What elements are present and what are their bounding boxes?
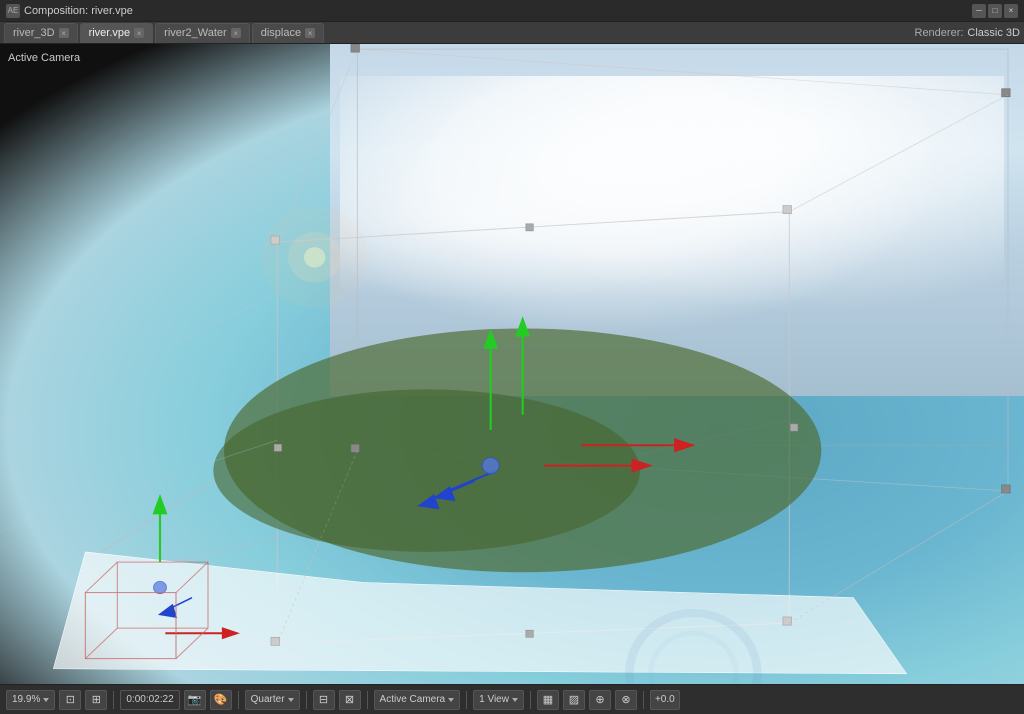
region2-button[interactable]: ⊠: [339, 690, 361, 710]
separator-5: [466, 691, 467, 709]
quality-chevron-icon: [288, 698, 294, 702]
tab-rivervpe[interactable]: river.vpe ×: [80, 23, 154, 43]
separator-6: [530, 691, 531, 709]
render-btn-3[interactable]: ⊕: [589, 690, 611, 710]
camera-icon-button[interactable]: 📷: [184, 690, 206, 710]
window-title: Composition: river.vpe: [24, 5, 133, 17]
tab-river2water-close[interactable]: ×: [231, 28, 241, 38]
view-count-label: 1 View: [479, 694, 509, 705]
zoom-chevron-icon: [43, 698, 49, 702]
tab-displace[interactable]: displace ×: [252, 23, 324, 43]
view-chevron-icon: [512, 698, 518, 702]
close-button[interactable]: ×: [1004, 4, 1018, 18]
camera-chevron-icon: [448, 698, 454, 702]
zoom-value: 19.9%: [12, 694, 40, 705]
quality-label: Quarter: [251, 694, 285, 705]
tab-displace-label: displace: [261, 27, 301, 39]
separator-7: [643, 691, 644, 709]
title-bar: AE Composition: river.vpe ─ □ ×: [0, 0, 1024, 22]
color-icon-button[interactable]: 🎨: [210, 690, 232, 710]
separator-1: [113, 691, 114, 709]
viewport[interactable]: Active Camera: [0, 44, 1024, 684]
tab-river3d-label: river_3D: [13, 27, 55, 39]
bottom-toolbar: 19.9% ⊡ ⊞ 0:00:02:22 📷 🎨 Quarter ⊟ ⊠ Act…: [0, 684, 1024, 714]
render-btn-4[interactable]: ⊗: [615, 690, 637, 710]
fit-view-button[interactable]: ⊡: [59, 690, 81, 710]
tab-rivervpe-label: river.vpe: [89, 27, 131, 39]
active-camera-overlay-label: Active Camera: [8, 52, 80, 64]
renderer-value: Classic 3D: [967, 27, 1020, 39]
tab-river3d[interactable]: river_3D ×: [4, 23, 78, 43]
ae-icon: AE: [6, 4, 20, 18]
minimize-button[interactable]: ─: [972, 4, 986, 18]
tab-river3d-close[interactable]: ×: [59, 28, 69, 38]
exposure-value[interactable]: +0.0: [650, 690, 680, 710]
active-camera-label: Active Camera: [380, 694, 446, 705]
title-bar-left: AE Composition: river.vpe: [6, 4, 133, 18]
quality-dropdown[interactable]: Quarter: [245, 690, 300, 710]
separator-2: [238, 691, 239, 709]
render-btn-2[interactable]: ▨: [563, 690, 585, 710]
tab-bar: river_3D × river.vpe × river2_Water × di…: [0, 22, 1024, 44]
region-button[interactable]: ⊟: [313, 690, 335, 710]
window-controls[interactable]: ─ □ ×: [972, 4, 1018, 18]
tab-river2water[interactable]: river2_Water ×: [155, 23, 250, 43]
zoom-dropdown[interactable]: 19.9%: [6, 690, 55, 710]
timecode-display[interactable]: 0:00:02:22: [120, 690, 179, 710]
separator-3: [306, 691, 307, 709]
view-options-button[interactable]: ⊞: [85, 690, 107, 710]
tab-rivervpe-close[interactable]: ×: [134, 28, 144, 38]
maximize-button[interactable]: □: [988, 4, 1002, 18]
render-btn-1[interactable]: ▦: [537, 690, 559, 710]
view-count-dropdown[interactable]: 1 View: [473, 690, 524, 710]
tab-displace-close[interactable]: ×: [305, 28, 315, 38]
separator-4: [367, 691, 368, 709]
active-camera-dropdown[interactable]: Active Camera: [374, 690, 461, 710]
renderer-label: Renderer: Classic 3D: [915, 27, 1021, 39]
tab-river2water-label: river2_Water: [164, 27, 227, 39]
scene-svg: [0, 44, 1024, 684]
